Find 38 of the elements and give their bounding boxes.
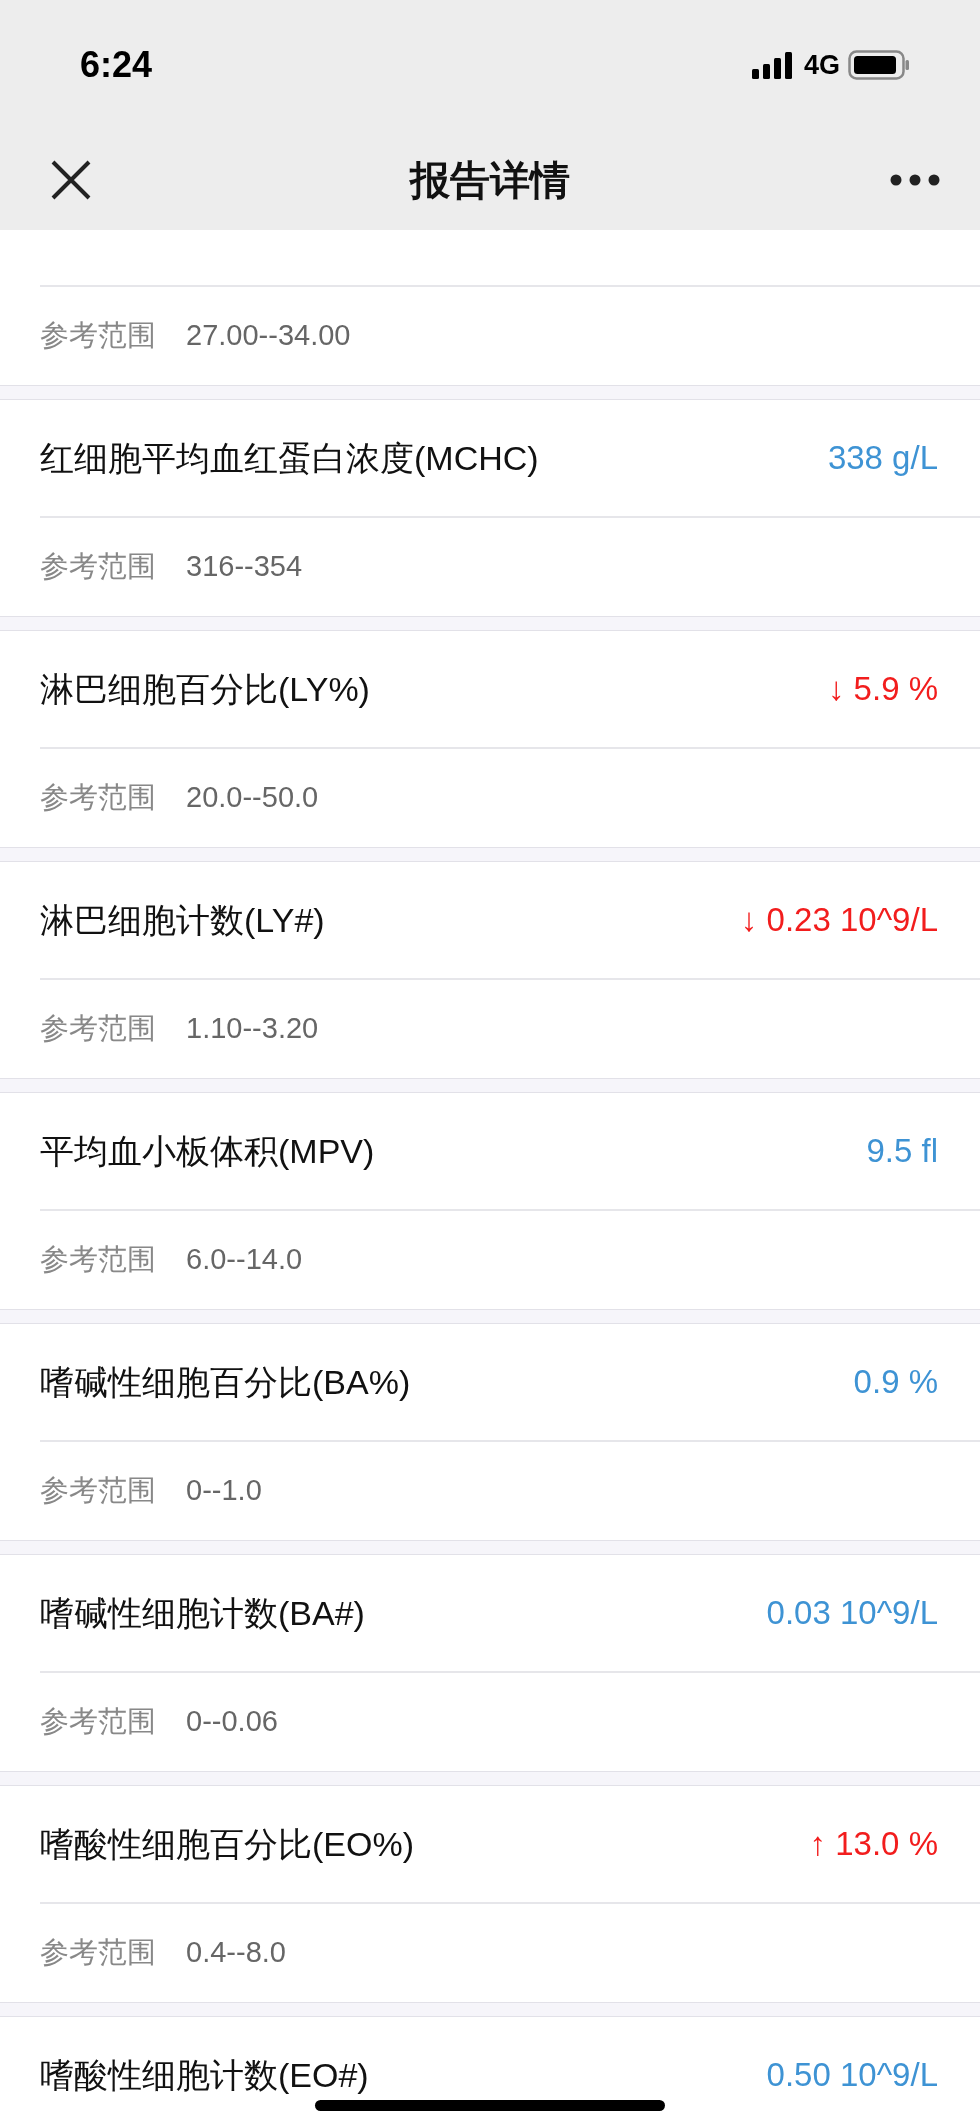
test-name: 淋巴细胞计数(LY#) bbox=[40, 899, 325, 941]
network-label: 4G bbox=[803, 48, 840, 82]
reference-range: 6.0--14.0 bbox=[186, 1242, 303, 1278]
range-label: 参考范围 bbox=[40, 1242, 156, 1278]
clock: 6:24 bbox=[80, 43, 153, 87]
test-value: 338 g/L bbox=[827, 438, 938, 479]
range-label: 参考范围 bbox=[40, 549, 156, 585]
range-label: 参考范围 bbox=[40, 780, 156, 816]
test-value: 0.9 % bbox=[853, 1362, 938, 1403]
range-label: 参考范围 bbox=[40, 318, 156, 354]
test-value: ↓ 5.9 % bbox=[827, 669, 938, 710]
range-label: 参考范围 bbox=[40, 1704, 156, 1740]
page-title: 报告详情 bbox=[410, 157, 570, 204]
reference-range: 27.00--34.00 bbox=[186, 318, 351, 354]
test-value: 0.50 10^9/L bbox=[766, 2055, 938, 2096]
range-label: 参考范围 bbox=[40, 1473, 156, 1509]
range-label: 参考范围 bbox=[40, 1011, 156, 1047]
test-name: 平均血小板体积(MPV) bbox=[40, 1130, 375, 1172]
reference-range: 0.4--8.0 bbox=[186, 1935, 286, 1971]
test-value: 0.03 10^9/L bbox=[766, 1593, 938, 1634]
test-name: 嗜碱性细胞计数(BA#) bbox=[40, 1592, 365, 1634]
test-value: ↓ 0.23 10^9/L bbox=[740, 900, 938, 941]
test-value: 9.5 fl bbox=[866, 1131, 938, 1172]
battery-icon bbox=[848, 50, 910, 80]
close-icon[interactable] bbox=[50, 159, 92, 201]
reference-range: 1.10--3.20 bbox=[186, 1011, 319, 1047]
test-name: 红细胞平均血红蛋白浓度(MCHC) bbox=[40, 437, 539, 479]
reference-range: 20.0--50.0 bbox=[186, 780, 319, 816]
test-name: 嗜碱性细胞百分比(BA%) bbox=[40, 1361, 411, 1403]
test-name: 嗜酸性细胞百分比(EO%) bbox=[40, 1823, 414, 1865]
reference-range: 316--354 bbox=[186, 549, 303, 585]
test-name: 嗜酸性细胞计数(EO#) bbox=[40, 2054, 369, 2096]
test-name: 淋巴细胞百分比(LY%) bbox=[40, 668, 370, 710]
reference-range: 0--0.06 bbox=[186, 1704, 278, 1740]
test-value: ↑ 13.0 % bbox=[809, 1824, 938, 1865]
reference-range: 0--1.0 bbox=[186, 1473, 262, 1509]
more-icon[interactable] bbox=[890, 174, 940, 186]
range-label: 参考范围 bbox=[40, 1935, 156, 1971]
